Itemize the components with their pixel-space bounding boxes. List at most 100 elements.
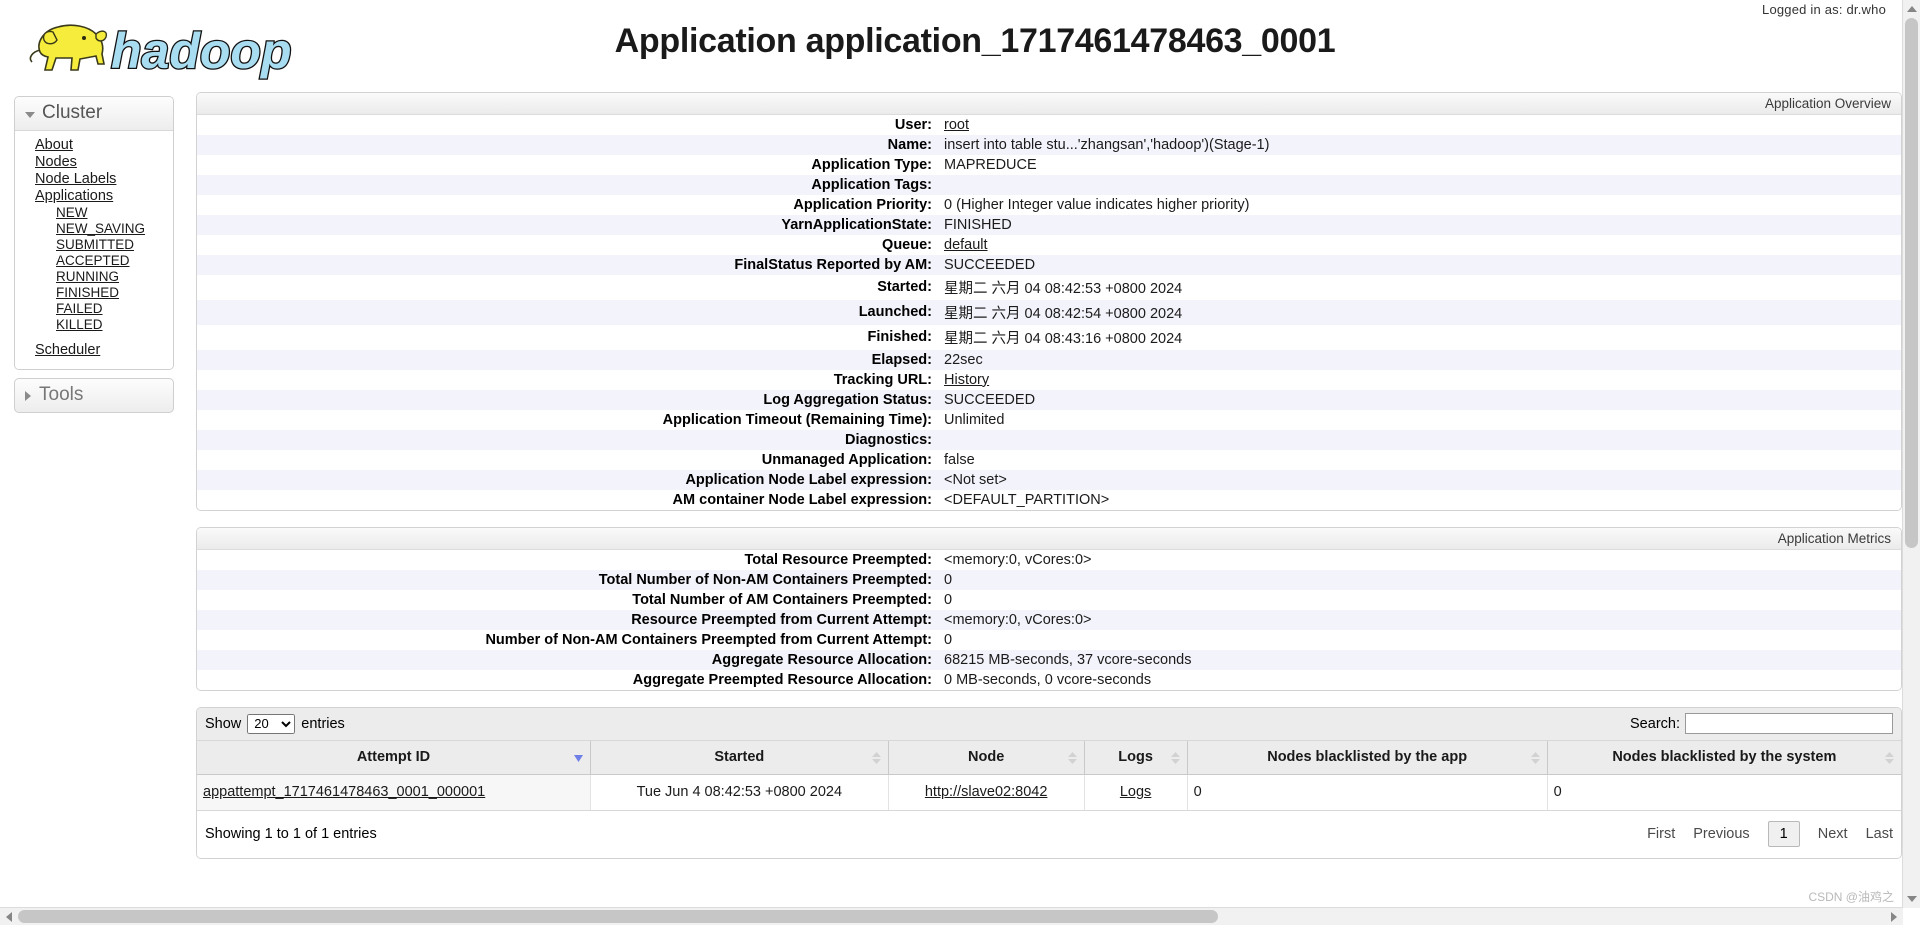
attempts-col-nodes-blacklisted-by-the-system[interactable]: Nodes blacklisted by the system xyxy=(1547,741,1901,775)
pagination-last[interactable]: Last xyxy=(1866,826,1893,842)
overview-row: Queue:default xyxy=(197,235,1901,255)
scroll-up-arrow-icon[interactable] xyxy=(1907,6,1917,12)
overview-row: Application Priority:0 (Higher Integer v… xyxy=(197,195,1901,215)
horizontal-scroll-thumb[interactable] xyxy=(18,910,1218,923)
cluster-links: About Nodes Node Labels Applications NEW… xyxy=(15,131,173,369)
cluster-section-header[interactable]: Cluster xyxy=(15,97,173,131)
sidebar-item-running[interactable]: RUNNING xyxy=(15,269,173,285)
cell-blacklisted-app: 0 xyxy=(1187,775,1547,811)
attempts-col-attempt-id[interactable]: Attempt ID xyxy=(197,741,590,775)
sidebar-item-killed[interactable]: KILLED xyxy=(15,317,173,333)
overview-key: AM container Node Label expression: xyxy=(197,490,940,510)
sort-desc-icon xyxy=(574,752,583,764)
pagination-first[interactable]: First xyxy=(1647,826,1675,842)
overview-value-link[interactable]: root xyxy=(944,117,969,133)
entries-label: entries xyxy=(301,716,345,732)
metric-row: Aggregate Preempted Resource Allocation:… xyxy=(197,670,1901,690)
cell-logs[interactable]: Logs xyxy=(1084,775,1187,811)
attempts-col-node[interactable]: Node xyxy=(888,741,1084,775)
metric-row: Total Resource Preempted:<memory:0, vCor… xyxy=(197,550,1901,570)
sort-both-icon xyxy=(1068,752,1077,764)
attempts-col-label: Node xyxy=(968,749,1004,765)
overview-value: 22sec xyxy=(940,350,1901,370)
watermark: CSDN @油鸡之 xyxy=(1808,888,1894,905)
page-title: Application application_1717461478463_00… xyxy=(0,22,1920,61)
cell-node-link[interactable]: http://slave02:8042 xyxy=(925,784,1048,800)
sidebar-item-nodes[interactable]: Nodes xyxy=(15,154,173,171)
sort-both-icon xyxy=(872,752,881,764)
search-input[interactable] xyxy=(1685,713,1893,734)
sidebar-item-applications[interactable]: Applications xyxy=(15,188,173,205)
sidebar-item-accepted[interactable]: ACCEPTED xyxy=(15,253,173,269)
overview-row: Tracking URL:History xyxy=(197,370,1901,390)
metric-row: Aggregate Resource Allocation:68215 MB-s… xyxy=(197,650,1901,670)
overview-value: Unlimited xyxy=(940,410,1901,430)
tools-section-header[interactable]: Tools xyxy=(15,379,173,412)
overview-value-link[interactable]: default xyxy=(944,237,988,253)
page-size-select[interactable]: 20406080100 xyxy=(247,714,295,734)
page-layout: Cluster About Nodes Node Labels Applicat… xyxy=(0,92,1920,925)
overview-value xyxy=(940,175,1901,195)
metric-value: 0 xyxy=(940,570,1901,590)
pagination-previous[interactable]: Previous xyxy=(1693,826,1749,842)
overview-value[interactable]: default xyxy=(940,235,1901,255)
cell-attempt-id-link[interactable]: appattempt_1717461478463_0001_000001 xyxy=(203,784,485,800)
show-label: Show xyxy=(205,716,241,732)
sidebar-item-failed[interactable]: FAILED xyxy=(15,301,173,317)
overview-value: <DEFAULT_PARTITION> xyxy=(940,490,1901,510)
overview-value: 星期二 六月 04 08:42:54 +0800 2024 xyxy=(940,300,1901,325)
vertical-scrollbar[interactable] xyxy=(1902,0,1920,908)
sidebar-item-finished[interactable]: FINISHED xyxy=(15,285,173,301)
pagination-next[interactable]: Next xyxy=(1818,826,1848,842)
nav-group-tools[interactable]: Tools xyxy=(14,378,174,413)
overview-key: YarnApplicationState: xyxy=(197,215,940,235)
overview-key: Application Tags: xyxy=(197,175,940,195)
overview-key: Name: xyxy=(197,135,940,155)
scroll-down-arrow-icon[interactable] xyxy=(1907,896,1917,902)
entries-length-control: Show 20406080100 entries xyxy=(205,714,345,734)
sidebar-item-scheduler[interactable]: Scheduler xyxy=(15,342,173,359)
overview-row: Name:insert into table stu...'zhangsan',… xyxy=(197,135,1901,155)
pagination-page-1[interactable]: 1 xyxy=(1768,821,1800,847)
overview-value[interactable]: History xyxy=(940,370,1901,390)
overview-value: SUCCEEDED xyxy=(940,255,1901,275)
nav-group-cluster: Cluster About Nodes Node Labels Applicat… xyxy=(14,96,174,370)
overview-row: Unmanaged Application:false xyxy=(197,450,1901,470)
metric-value: <memory:0, vCores:0> xyxy=(940,550,1901,570)
overview-key: FinalStatus Reported by AM: xyxy=(197,255,940,275)
overview-value: 星期二 六月 04 08:42:53 +0800 2024 xyxy=(940,275,1901,300)
attempts-col-logs[interactable]: Logs xyxy=(1084,741,1187,775)
metric-value: <memory:0, vCores:0> xyxy=(940,610,1901,630)
scroll-right-arrow-icon[interactable] xyxy=(1891,912,1897,922)
metric-key: Total Number of AM Containers Preempted: xyxy=(197,590,940,610)
sidebar-item-about[interactable]: About xyxy=(15,137,173,154)
application-metrics-caption: Application Metrics xyxy=(197,528,1901,550)
application-overview-panel: Application Overview User:rootName:inser… xyxy=(196,92,1902,511)
attempts-table: Attempt IDStartedNodeLogsNodes blacklist… xyxy=(197,741,1901,810)
vertical-scroll-thumb[interactable] xyxy=(1905,18,1918,548)
sidebar-item-new[interactable]: NEW xyxy=(15,205,173,221)
overview-key: Tracking URL: xyxy=(197,370,940,390)
overview-row: User:root xyxy=(197,115,1901,135)
overview-key: Diagnostics: xyxy=(197,430,940,450)
attempts-table-body: appattempt_1717461478463_0001_000001 Tue … xyxy=(197,775,1901,811)
cell-node[interactable]: http://slave02:8042 xyxy=(888,775,1084,811)
overview-value[interactable]: root xyxy=(940,115,1901,135)
attempts-col-started[interactable]: Started xyxy=(590,741,888,775)
horizontal-scrollbar[interactable] xyxy=(0,907,1903,925)
cell-started: Tue Jun 4 08:42:53 +0800 2024 xyxy=(590,775,888,811)
attempts-col-nodes-blacklisted-by-the-app[interactable]: Nodes blacklisted by the app xyxy=(1187,741,1547,775)
chevron-down-icon xyxy=(25,112,35,118)
overview-value: <Not set> xyxy=(940,470,1901,490)
metric-key: Number of Non-AM Containers Preempted fr… xyxy=(197,630,940,650)
overview-row: AM container Node Label expression:<DEFA… xyxy=(197,490,1901,510)
overview-row: Diagnostics: xyxy=(197,430,1901,450)
sidebar-item-new-saving[interactable]: NEW_SAVING xyxy=(15,221,173,237)
metric-row: Resource Preempted from Current Attempt:… xyxy=(197,610,1901,630)
sidebar-item-submitted[interactable]: SUBMITTED xyxy=(15,237,173,253)
cell-logs-link[interactable]: Logs xyxy=(1120,784,1151,800)
overview-value-link[interactable]: History xyxy=(944,372,989,388)
cell-attempt-id[interactable]: appattempt_1717461478463_0001_000001 xyxy=(197,775,590,811)
scroll-left-arrow-icon[interactable] xyxy=(6,912,12,922)
sidebar-item-node-labels[interactable]: Node Labels xyxy=(15,171,173,188)
